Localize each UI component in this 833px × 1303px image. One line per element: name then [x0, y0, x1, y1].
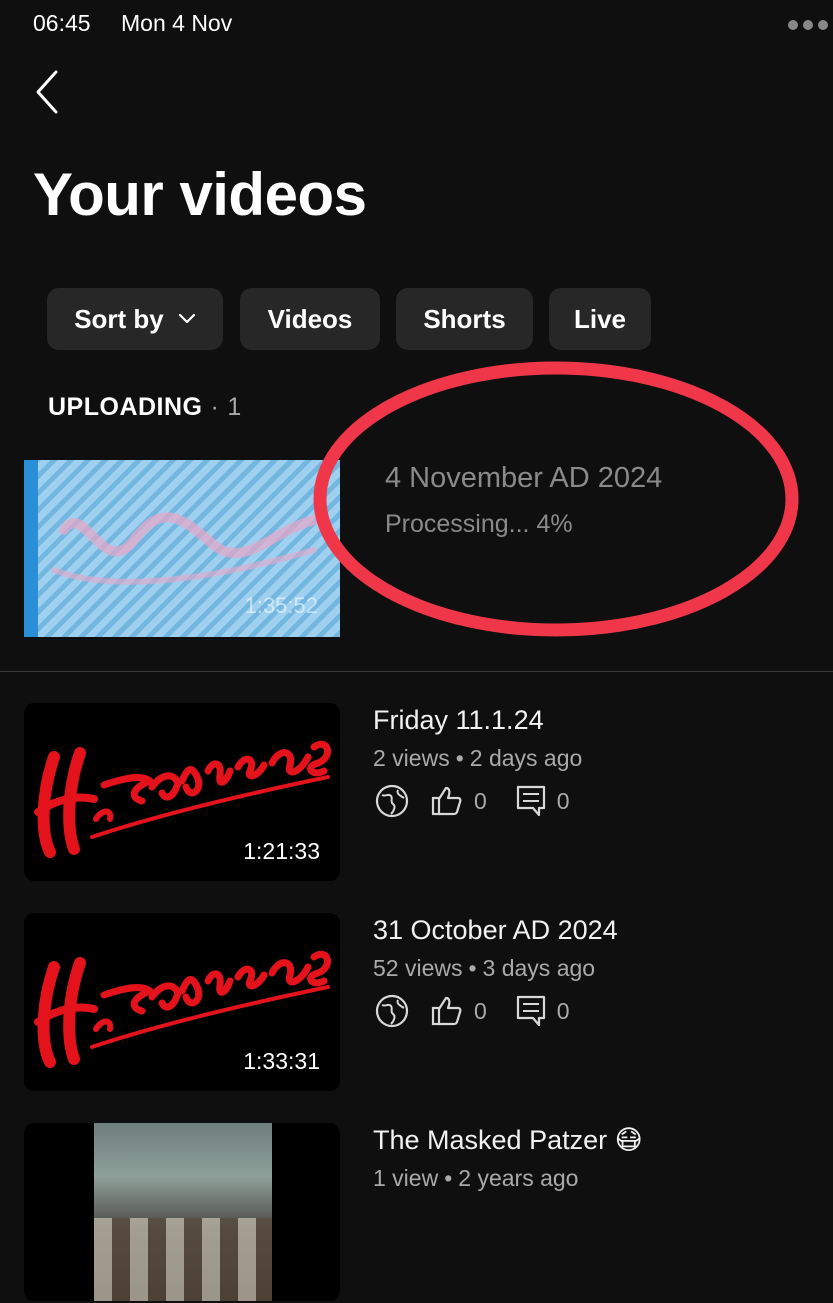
uploading-label: UPLOADING — [48, 393, 203, 421]
video-thumbnail[interactable]: 1:21:33 — [24, 703, 340, 881]
status-bar: 06:45 Mon 4 Nov — [0, 0, 833, 48]
sort-by-label: Sort by — [74, 303, 164, 334]
uploading-count: 1 — [227, 393, 242, 421]
filter-chip-videos[interactable]: Videos — [240, 288, 380, 350]
video-row[interactable]: 1:33:31 31 October AD 2024 52 views • 3 da… — [0, 913, 833, 1093]
meta-separator: • — [455, 745, 464, 771]
filter-chip-shorts[interactable]: Shorts — [396, 288, 533, 350]
status-time: 06:45 — [33, 10, 91, 36]
page-title: Your videos — [33, 161, 367, 228]
separator-dot: · — [210, 393, 220, 421]
view-count: 2 views — [373, 745, 450, 771]
video-meta: 1 view • 2 years ago — [373, 1165, 578, 1192]
video-row[interactable]: 1:21:33 Friday 11.1.24 2 views • 2 days ag… — [0, 703, 833, 883]
video-duration: 1:33:31 — [243, 1048, 320, 1074]
upload-age: 2 days ago — [469, 745, 583, 771]
red-annotation-circle — [313, 361, 799, 637]
public-globe-icon — [375, 994, 409, 1028]
section-divider — [0, 671, 833, 672]
comment-count: 0 — [556, 997, 570, 1024]
video-meta: 52 views • 3 days ago — [373, 955, 595, 982]
filter-chip-live[interactable]: Live — [549, 288, 651, 350]
video-title[interactable]: The Masked Patzer 😷 — [373, 1125, 643, 1156]
faded-logo-image — [51, 512, 319, 585]
video-thumbnail[interactable] — [24, 1123, 340, 1301]
view-count: 52 views — [373, 955, 463, 981]
video-stats: 0 0 — [374, 993, 598, 1029]
meta-separator: • — [444, 1165, 453, 1191]
thumbnail-edge — [24, 460, 38, 637]
status-date: Mon 4 Nov — [121, 10, 233, 36]
video-title[interactable]: Friday 11.1.24 — [373, 705, 544, 736]
video-title[interactable]: 31 October AD 2024 — [373, 915, 618, 946]
thumbs-up-icon[interactable] — [430, 784, 464, 818]
back-button[interactable] — [26, 66, 70, 118]
meta-separator: • — [468, 955, 477, 981]
video-thumbnail[interactable]: 1:33:31 — [24, 913, 340, 1091]
chevron-left-icon — [36, 70, 58, 114]
video-meta: 2 views • 2 days ago — [373, 745, 582, 772]
video-duration: 1:21:33 — [243, 838, 320, 864]
multitasking-dots-icon[interactable] — [787, 18, 829, 36]
public-globe-icon — [375, 784, 409, 818]
video-row[interactable]: The Masked Patzer 😷 1 view • 2 years ago — [0, 1123, 833, 1303]
comment-count: 0 — [556, 787, 570, 814]
like-count: 0 — [474, 787, 487, 814]
upload-age: 2 years ago — [458, 1165, 579, 1191]
uploading-duration: 1:35:52 — [244, 593, 318, 618]
like-count: 0 — [474, 997, 487, 1024]
view-count: 1 view — [373, 1165, 439, 1191]
chevron-down-icon — [178, 313, 195, 324]
uploading-video-thumbnail[interactable]: 1:35:52 — [24, 460, 340, 637]
comments-icon[interactable] — [515, 784, 547, 818]
video-stats: 0 0 — [374, 783, 598, 819]
chess-board-image — [94, 1218, 272, 1301]
uploading-section-header: UPLOADING · 1 — [48, 393, 242, 422]
comments-icon[interactable] — [515, 994, 547, 1028]
upload-age: 3 days ago — [482, 955, 596, 981]
thumbs-up-icon[interactable] — [430, 994, 464, 1028]
chess-pieces-image — [94, 1123, 272, 1301]
sort-by-button[interactable]: Sort by — [47, 288, 223, 350]
